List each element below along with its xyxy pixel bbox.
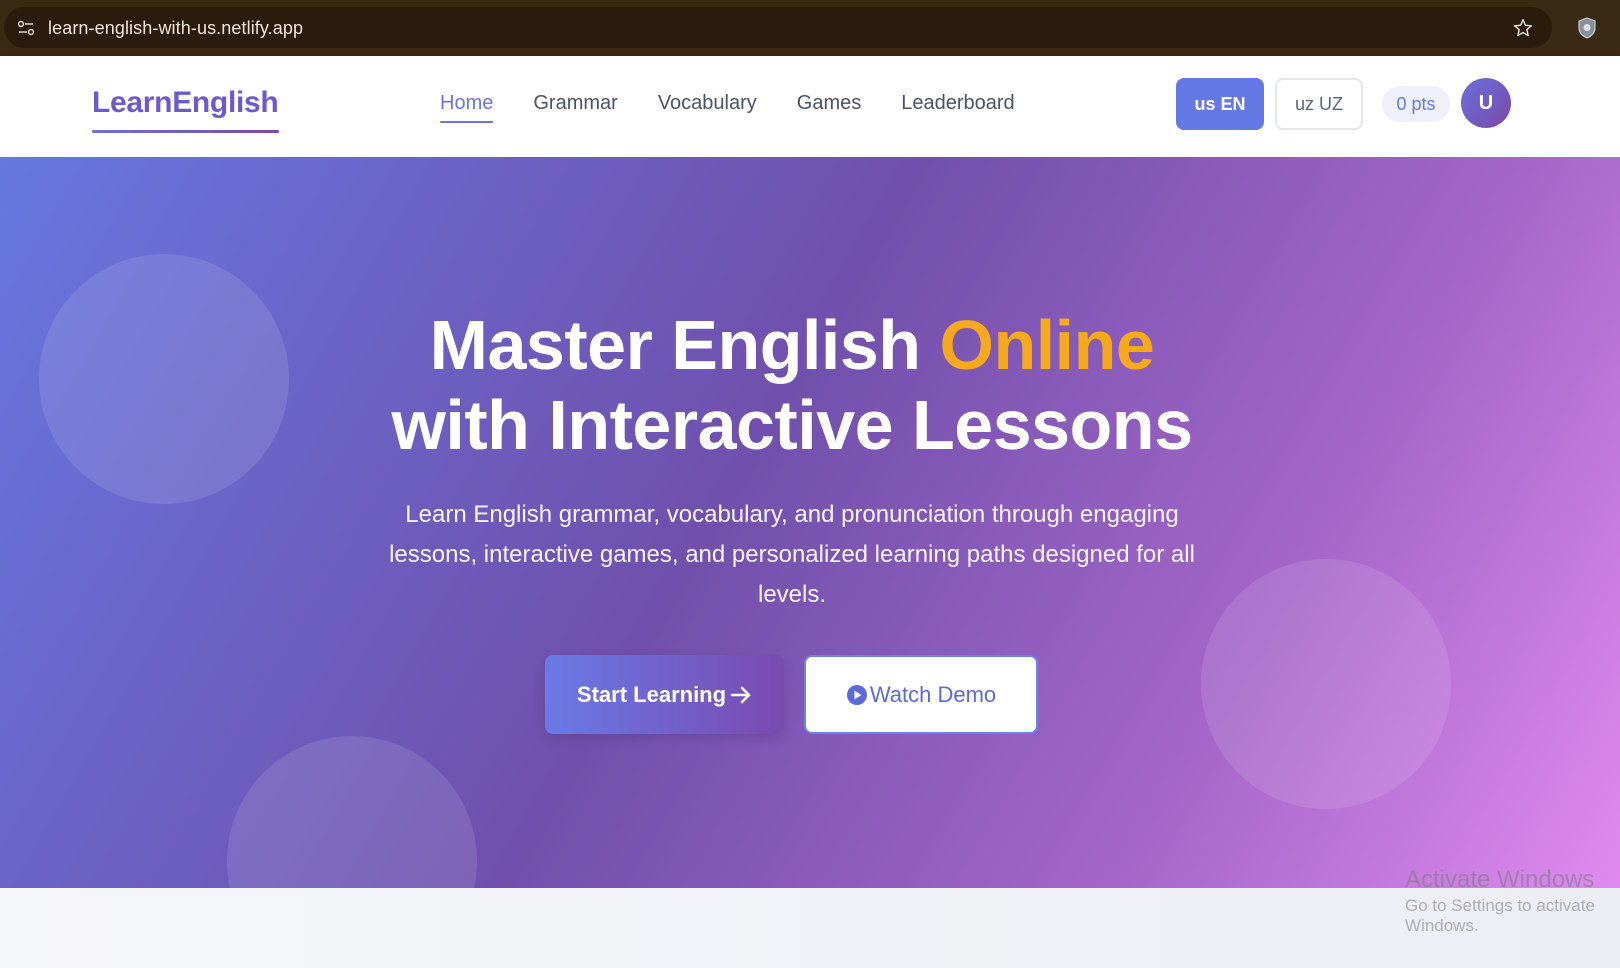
address-bar[interactable]: learn-english-with-us.netlify.app xyxy=(4,7,1552,48)
url-text[interactable]: learn-english-with-us.netlify.app xyxy=(48,18,303,39)
language-en-button[interactable]: us EN xyxy=(1176,78,1264,130)
nav-item-grammar[interactable]: Grammar xyxy=(533,92,617,123)
watermark-subtitle: Go to Settings to activate Windows. xyxy=(1405,896,1595,935)
site-header: LearnEnglish Home Grammar Vocabulary Gam… xyxy=(0,56,1620,157)
hero-title-accent: Online xyxy=(939,306,1155,384)
decorative-circle xyxy=(1201,559,1451,809)
watermark-title: Activate Windows xyxy=(1405,866,1595,893)
site-info-icon[interactable] xyxy=(16,18,36,38)
bookmark-star-icon[interactable] xyxy=(1512,17,1534,39)
language-uz-button[interactable]: uz UZ xyxy=(1275,78,1363,130)
hero-title-part2: with Interactive Lessons xyxy=(391,386,1193,464)
activate-windows-watermark: Activate Windows Go to Settings to activ… xyxy=(1405,866,1620,936)
hero-section: Master English Online with Interactive L… xyxy=(0,157,1620,888)
start-learning-button[interactable]: Start Learning xyxy=(545,655,784,734)
next-section-strip xyxy=(0,888,1620,968)
main-nav: Home Grammar Vocabulary Games Leaderboar… xyxy=(440,92,1015,123)
nav-item-games[interactable]: Games xyxy=(797,92,861,123)
points-badge: 0 pts xyxy=(1382,86,1450,122)
hero-title-part1: Master English xyxy=(429,306,921,384)
shield-extension-icon[interactable] xyxy=(1576,16,1598,40)
nav-item-leaderboard[interactable]: Leaderboard xyxy=(901,92,1014,123)
site-logo[interactable]: LearnEnglish xyxy=(92,86,279,120)
nav-item-vocabulary[interactable]: Vocabulary xyxy=(658,92,757,123)
browser-toolbar: learn-english-with-us.netlify.app xyxy=(0,0,1620,56)
arrow-right-icon xyxy=(730,686,751,703)
watch-demo-label: Watch Demo xyxy=(869,681,997,707)
start-learning-label: Start Learning xyxy=(576,681,727,707)
hero-title: Master English Online with Interactive L… xyxy=(0,305,1584,465)
user-avatar[interactable]: U xyxy=(1461,78,1511,128)
hero-subtitle: Learn English grammar, vocabulary, and p… xyxy=(389,501,1195,608)
nav-item-home[interactable]: Home xyxy=(440,92,494,123)
logo-underline xyxy=(92,130,279,133)
play-circle-icon xyxy=(846,684,867,705)
decorative-circle xyxy=(227,736,477,888)
watch-demo-button[interactable]: Watch Demo xyxy=(804,655,1038,734)
